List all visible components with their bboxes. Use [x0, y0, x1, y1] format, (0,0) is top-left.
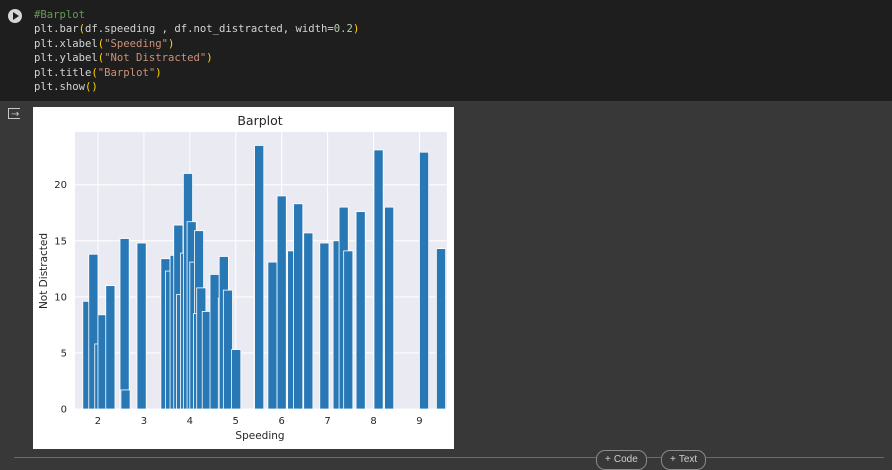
y-tick-label: 10: [54, 292, 67, 303]
x-tick-label: 6: [278, 416, 284, 427]
code-bar-args: df.speeding , df.not_distracted, width=: [85, 23, 334, 36]
bar: [355, 211, 366, 410]
play-circle-icon[interactable]: [8, 9, 22, 23]
x-tick-label: 7: [324, 416, 330, 427]
code-ylabel-arg: "Not Distracted": [104, 52, 207, 65]
code-title-arg: "Barplot": [97, 66, 156, 79]
x-tick-label: 2: [95, 416, 101, 427]
bar: [209, 274, 220, 410]
x-tick-labels: 2 3 4 5 6 7 8 9: [95, 416, 423, 427]
x-tick-label: 3: [141, 416, 147, 427]
cell-divider: [14, 457, 884, 458]
code-bar-fn: plt.bar: [34, 23, 79, 36]
bar: [267, 261, 278, 410]
y-tick-label: 5: [61, 348, 67, 359]
x-tick-label: 8: [370, 416, 376, 427]
bar: [319, 242, 330, 410]
y-tick-label: 0: [61, 405, 67, 416]
x-tick-label: 9: [416, 416, 422, 427]
bar: [436, 248, 447, 410]
bar: [136, 242, 147, 410]
bar: [231, 349, 242, 410]
code-ylabel-fn: plt.ylabel: [34, 52, 98, 65]
code-cell[interactable]: #Barplot plt.bar(df.speeding , df.not_di…: [0, 0, 892, 101]
bar: [293, 203, 304, 410]
x-axis-label: Speeding: [235, 430, 284, 442]
code-xlabel-arg: "Speeding": [104, 37, 168, 50]
code-show-parens: (): [85, 81, 98, 94]
code-comment: #Barplot: [34, 9, 86, 21]
code-paren-close: ): [352, 23, 360, 36]
bar: [303, 232, 314, 410]
code-width-value: 0.2: [333, 23, 353, 36]
bar: [373, 149, 384, 410]
code-editor[interactable]: #Barplot plt.bar(df.speeding , df.not_di…: [34, 8, 359, 94]
bar-chart: 2 3 4 5 6 7 8 9 0 5 10 15 20 Barplot Speeding Not D…: [38, 113, 447, 442]
add-text-button[interactable]: + Text: [661, 450, 707, 470]
bar: [419, 151, 430, 410]
y-tick-labels: 0 5 10 15 20: [54, 180, 67, 415]
x-tick-label: 5: [233, 416, 239, 427]
code-paren-close: ): [167, 37, 175, 50]
y-axis-label: Not Distracted: [38, 233, 50, 309]
y-tick-label: 15: [54, 236, 67, 247]
code-show-fn: plt.show: [34, 81, 86, 94]
bar: [343, 250, 354, 410]
bar: [276, 195, 287, 410]
bar: [105, 285, 116, 410]
code-xlabel-fn: plt.xlabel: [34, 37, 98, 50]
chart-figure: 2 3 4 5 6 7 8 9 0 5 10 15 20 Barplot Speeding Not D…: [33, 107, 454, 449]
chart-title: Barplot: [237, 113, 282, 128]
bar: [384, 206, 395, 410]
bar: [254, 145, 265, 410]
add-code-button[interactable]: + Code: [596, 450, 647, 470]
bar: [120, 389, 131, 410]
code-paren-close: ): [155, 66, 162, 79]
y-tick-label: 20: [54, 180, 67, 191]
bar: [119, 238, 130, 410]
x-tick-label: 4: [187, 416, 193, 427]
code-paren-close: ): [206, 52, 213, 65]
output-arrow-icon: →: [11, 109, 20, 120]
bar: [222, 289, 233, 410]
code-title-fn: plt.title: [34, 66, 92, 79]
